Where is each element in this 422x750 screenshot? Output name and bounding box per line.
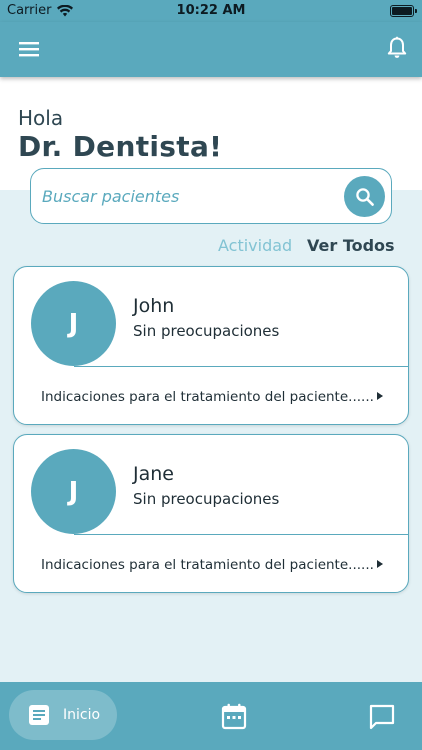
nav-inicio-label: Inicio <box>63 707 101 723</box>
avatar: J <box>31 449 116 534</box>
patient-card[interactable]: J Jane Sin preocupaciones Indicaciones p… <box>13 434 409 593</box>
treatment-indications: Indicaciones para el tratamiento del pac… <box>41 557 374 573</box>
chevron-right-icon[interactable] <box>377 392 383 400</box>
calendar-icon[interactable] <box>221 703 247 730</box>
menu-icon[interactable] <box>18 39 40 59</box>
bottom-navigation: Inicio <box>0 682 422 750</box>
status-bar: Carrier 10:22 AM <box>0 0 422 22</box>
tab-ver-todos[interactable]: Ver Todos <box>307 236 395 255</box>
greeting-hola: Hola <box>18 106 64 130</box>
document-icon <box>29 705 49 725</box>
patient-name: John <box>133 295 175 317</box>
chat-icon[interactable] <box>368 703 396 731</box>
nav-item-inicio[interactable]: Inicio <box>9 690 117 740</box>
card-divider <box>74 366 408 367</box>
battery-fill <box>392 7 412 15</box>
search-icon <box>355 187 374 206</box>
search-button[interactable] <box>344 176 385 217</box>
patient-card[interactable]: J John Sin preocupaciones Indicaciones p… <box>13 266 409 425</box>
avatar: J <box>31 281 116 366</box>
tab-actividad[interactable]: Actividad <box>218 236 292 255</box>
status-time: 10:22 AM <box>176 3 246 18</box>
search-input[interactable] <box>42 169 332 223</box>
patient-status: Sin preocupaciones <box>133 322 280 340</box>
chevron-right-icon[interactable] <box>377 560 383 568</box>
patient-name: Jane <box>133 463 174 485</box>
app-bar <box>0 22 422 77</box>
search-box <box>30 168 392 224</box>
bell-icon[interactable] <box>386 36 408 60</box>
treatment-indications: Indicaciones para el tratamiento del pac… <box>41 389 374 405</box>
patient-status: Sin preocupaciones <box>133 490 280 508</box>
card-divider <box>74 534 408 535</box>
battery-icon <box>390 5 417 17</box>
greeting-doctor-name: Dr. Dentista! <box>18 130 223 163</box>
